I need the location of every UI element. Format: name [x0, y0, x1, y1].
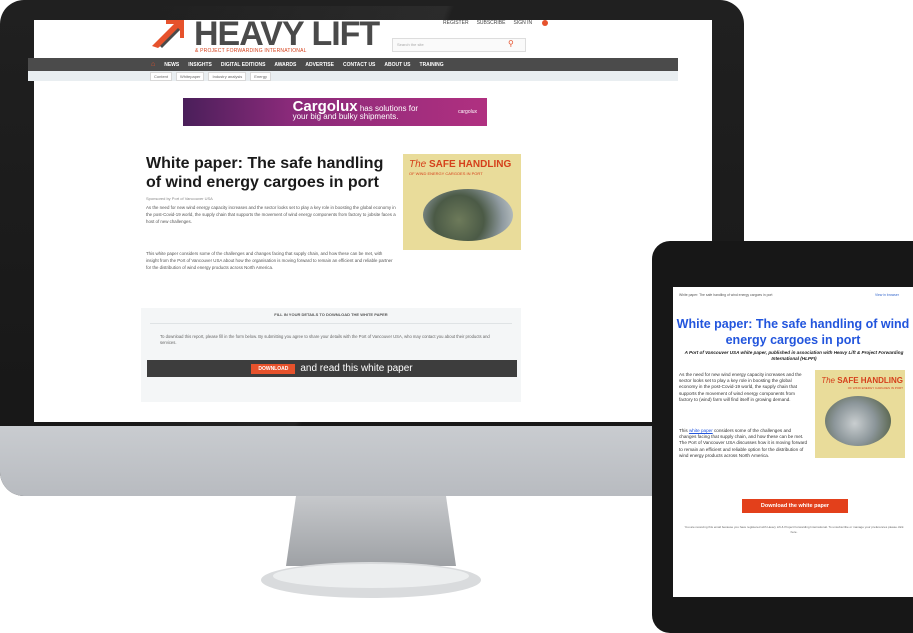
breadcrumb-item[interactable]: Content: [150, 72, 173, 81]
monitor-chin: [0, 426, 744, 496]
top-links: REGISTER SUBSCRIBE SIGN IN: [443, 20, 549, 26]
whitepaper-cover-image: The SAFE HANDLING OF WIND ENERGY CARGOES…: [403, 154, 521, 250]
cover-title: The SAFE HANDLING: [409, 160, 517, 170]
para-text: This: [679, 428, 689, 433]
form-heading: FILL IN YOUR DETAILS TO DOWNLOAD THE WHI…: [274, 312, 388, 317]
cover-title-main: SAFE HANDLING: [429, 159, 512, 170]
cover-photo: [825, 396, 891, 446]
sign-in-link[interactable]: SIGN IN: [513, 20, 532, 26]
article-byline: Sponsored by Port of Vancouver USA: [146, 196, 213, 201]
register-link[interactable]: REGISTER: [443, 20, 469, 26]
nav-item-insights[interactable]: INSIGHTS: [188, 62, 212, 68]
download-bar-text: and read this white paper: [300, 363, 413, 374]
breadcrumb-item[interactable]: Industry analysis: [208, 72, 247, 81]
nav-item-advertise[interactable]: ADVERTISE: [305, 62, 334, 68]
site-logo[interactable]: HEAVY LIFT: [150, 15, 380, 53]
breadcrumb-bar: [28, 71, 678, 81]
email-paragraph: This white paper considers some of the c…: [679, 428, 809, 459]
user-icon[interactable]: [542, 20, 549, 26]
banner-logo: cargolux: [458, 109, 477, 115]
nav-item-training[interactable]: TRAINING: [420, 62, 444, 68]
divider: [150, 323, 512, 324]
download-button[interactable]: DOWNLOAD: [251, 363, 296, 374]
email-subtitle: A Port of Vancouver USA white paper, pub…: [684, 350, 904, 361]
email-footer: You are receiving this email because you…: [684, 525, 904, 534]
cover-title-main: SAFE HANDLING: [837, 376, 903, 385]
breadcrumb-item[interactable]: Whitepaper: [176, 72, 205, 81]
search-input[interactable]: Search the site: [392, 38, 526, 52]
form-text: To download this report, please fill in …: [160, 334, 490, 345]
subscribe-link[interactable]: SUBSCRIBE: [477, 20, 506, 26]
cover-photo: [423, 189, 513, 241]
article-paragraph: This white paper considers some of the c…: [146, 251, 393, 270]
cover-subtitle: OF WIND ENERGY CARGOES IN PORT: [409, 171, 483, 176]
tablet-cover-image: The SAFE HANDLING OF WIND ENERGY CARGOES…: [815, 370, 905, 458]
email-header-text: White paper: The safe handling of wind e…: [679, 293, 773, 297]
cover-subtitle: OF WIND ENERGY CARGOES IN PORT: [847, 386, 903, 390]
nav-item-awards[interactable]: AWARDS: [274, 62, 296, 68]
cover-title: The SAFE HANDLING: [819, 376, 903, 385]
article-title: White paper: The safe handling of wind e…: [146, 155, 384, 191]
banner-text-2: your big and bulky shipments.: [292, 112, 399, 121]
nav-item-digital-editions[interactable]: DIGITAL EDITIONS: [221, 62, 266, 68]
nav-menu: ⌂ NEWS INSIGHTS DIGITAL EDITIONS AWARDS …: [151, 58, 444, 71]
monitor-stand: [261, 496, 481, 598]
download-bar: DOWNLOAD and read this white paper: [147, 360, 517, 377]
logo-text: HEAVY LIFT: [194, 15, 380, 53]
search-icon[interactable]: ⚲: [508, 39, 518, 49]
breadcrumb-item[interactable]: Energy: [250, 72, 271, 81]
logo-arrow-icon: [152, 20, 184, 48]
article-paragraph: As the need for new wind energy capacity…: [146, 205, 396, 224]
email-title: White paper: The safe handling of wind e…: [676, 317, 910, 347]
cover-title-the: The: [409, 159, 430, 170]
download-whitepaper-button[interactable]: Download the white paper: [742, 499, 848, 513]
logo-tagline: & PROJECT FORWARDING INTERNATIONAL: [195, 48, 307, 54]
email-paragraph: As the need for new wind energy capacity…: [679, 372, 802, 402]
white-paper-link[interactable]: white paper: [689, 428, 713, 433]
nav-item-news[interactable]: NEWS: [164, 62, 179, 68]
view-in-browser-link[interactable]: View in browser: [875, 293, 899, 297]
nav-item-contact-us[interactable]: CONTACT US: [343, 62, 375, 68]
cover-title-the: The: [821, 376, 838, 385]
banner-text: Cargolux has solutions for your big and …: [292, 99, 419, 121]
nav-item-about-us[interactable]: ABOUT US: [384, 62, 410, 68]
breadcrumb: Content Whitepaper Industry analysis Ene…: [150, 72, 271, 81]
ad-banner[interactable]: Cargolux has solutions for your big and …: [183, 98, 487, 126]
home-icon[interactable]: ⌂: [151, 61, 155, 68]
